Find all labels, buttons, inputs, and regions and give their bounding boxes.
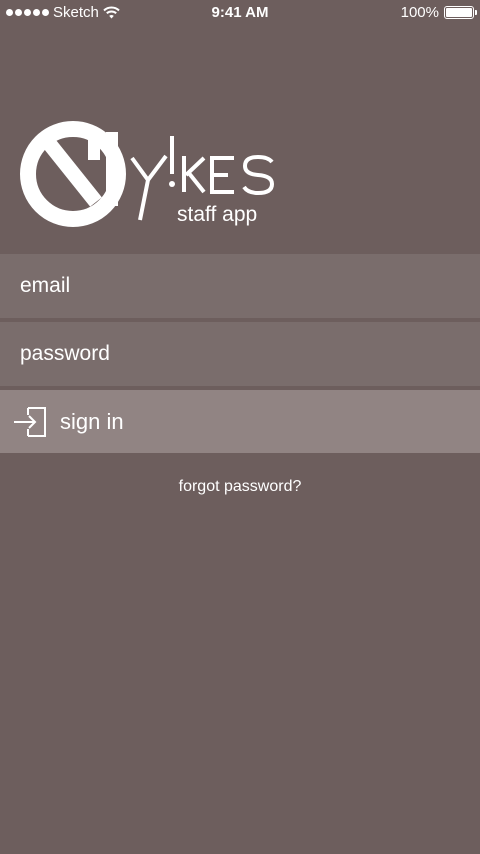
battery-percent: 100% bbox=[400, 4, 439, 21]
logo-tagline: staff app bbox=[177, 203, 257, 226]
sign-in-label: sign in bbox=[60, 408, 124, 434]
email-field[interactable] bbox=[0, 254, 480, 318]
password-field[interactable] bbox=[0, 322, 480, 386]
battery-icon bbox=[444, 6, 477, 19]
sign-in-button[interactable]: sign in bbox=[0, 390, 480, 453]
password-input[interactable] bbox=[20, 342, 460, 366]
forgot-password-link[interactable]: forgot password? bbox=[0, 478, 480, 496]
app-logo: staff app bbox=[20, 120, 290, 230]
status-right: 100% bbox=[400, 4, 477, 21]
email-input[interactable] bbox=[20, 274, 460, 298]
no-symbol-icon: staff app bbox=[20, 121, 275, 227]
status-bar: Sketch 9:41 AM 100% bbox=[0, 0, 480, 26]
sign-in-icon bbox=[14, 406, 46, 437]
